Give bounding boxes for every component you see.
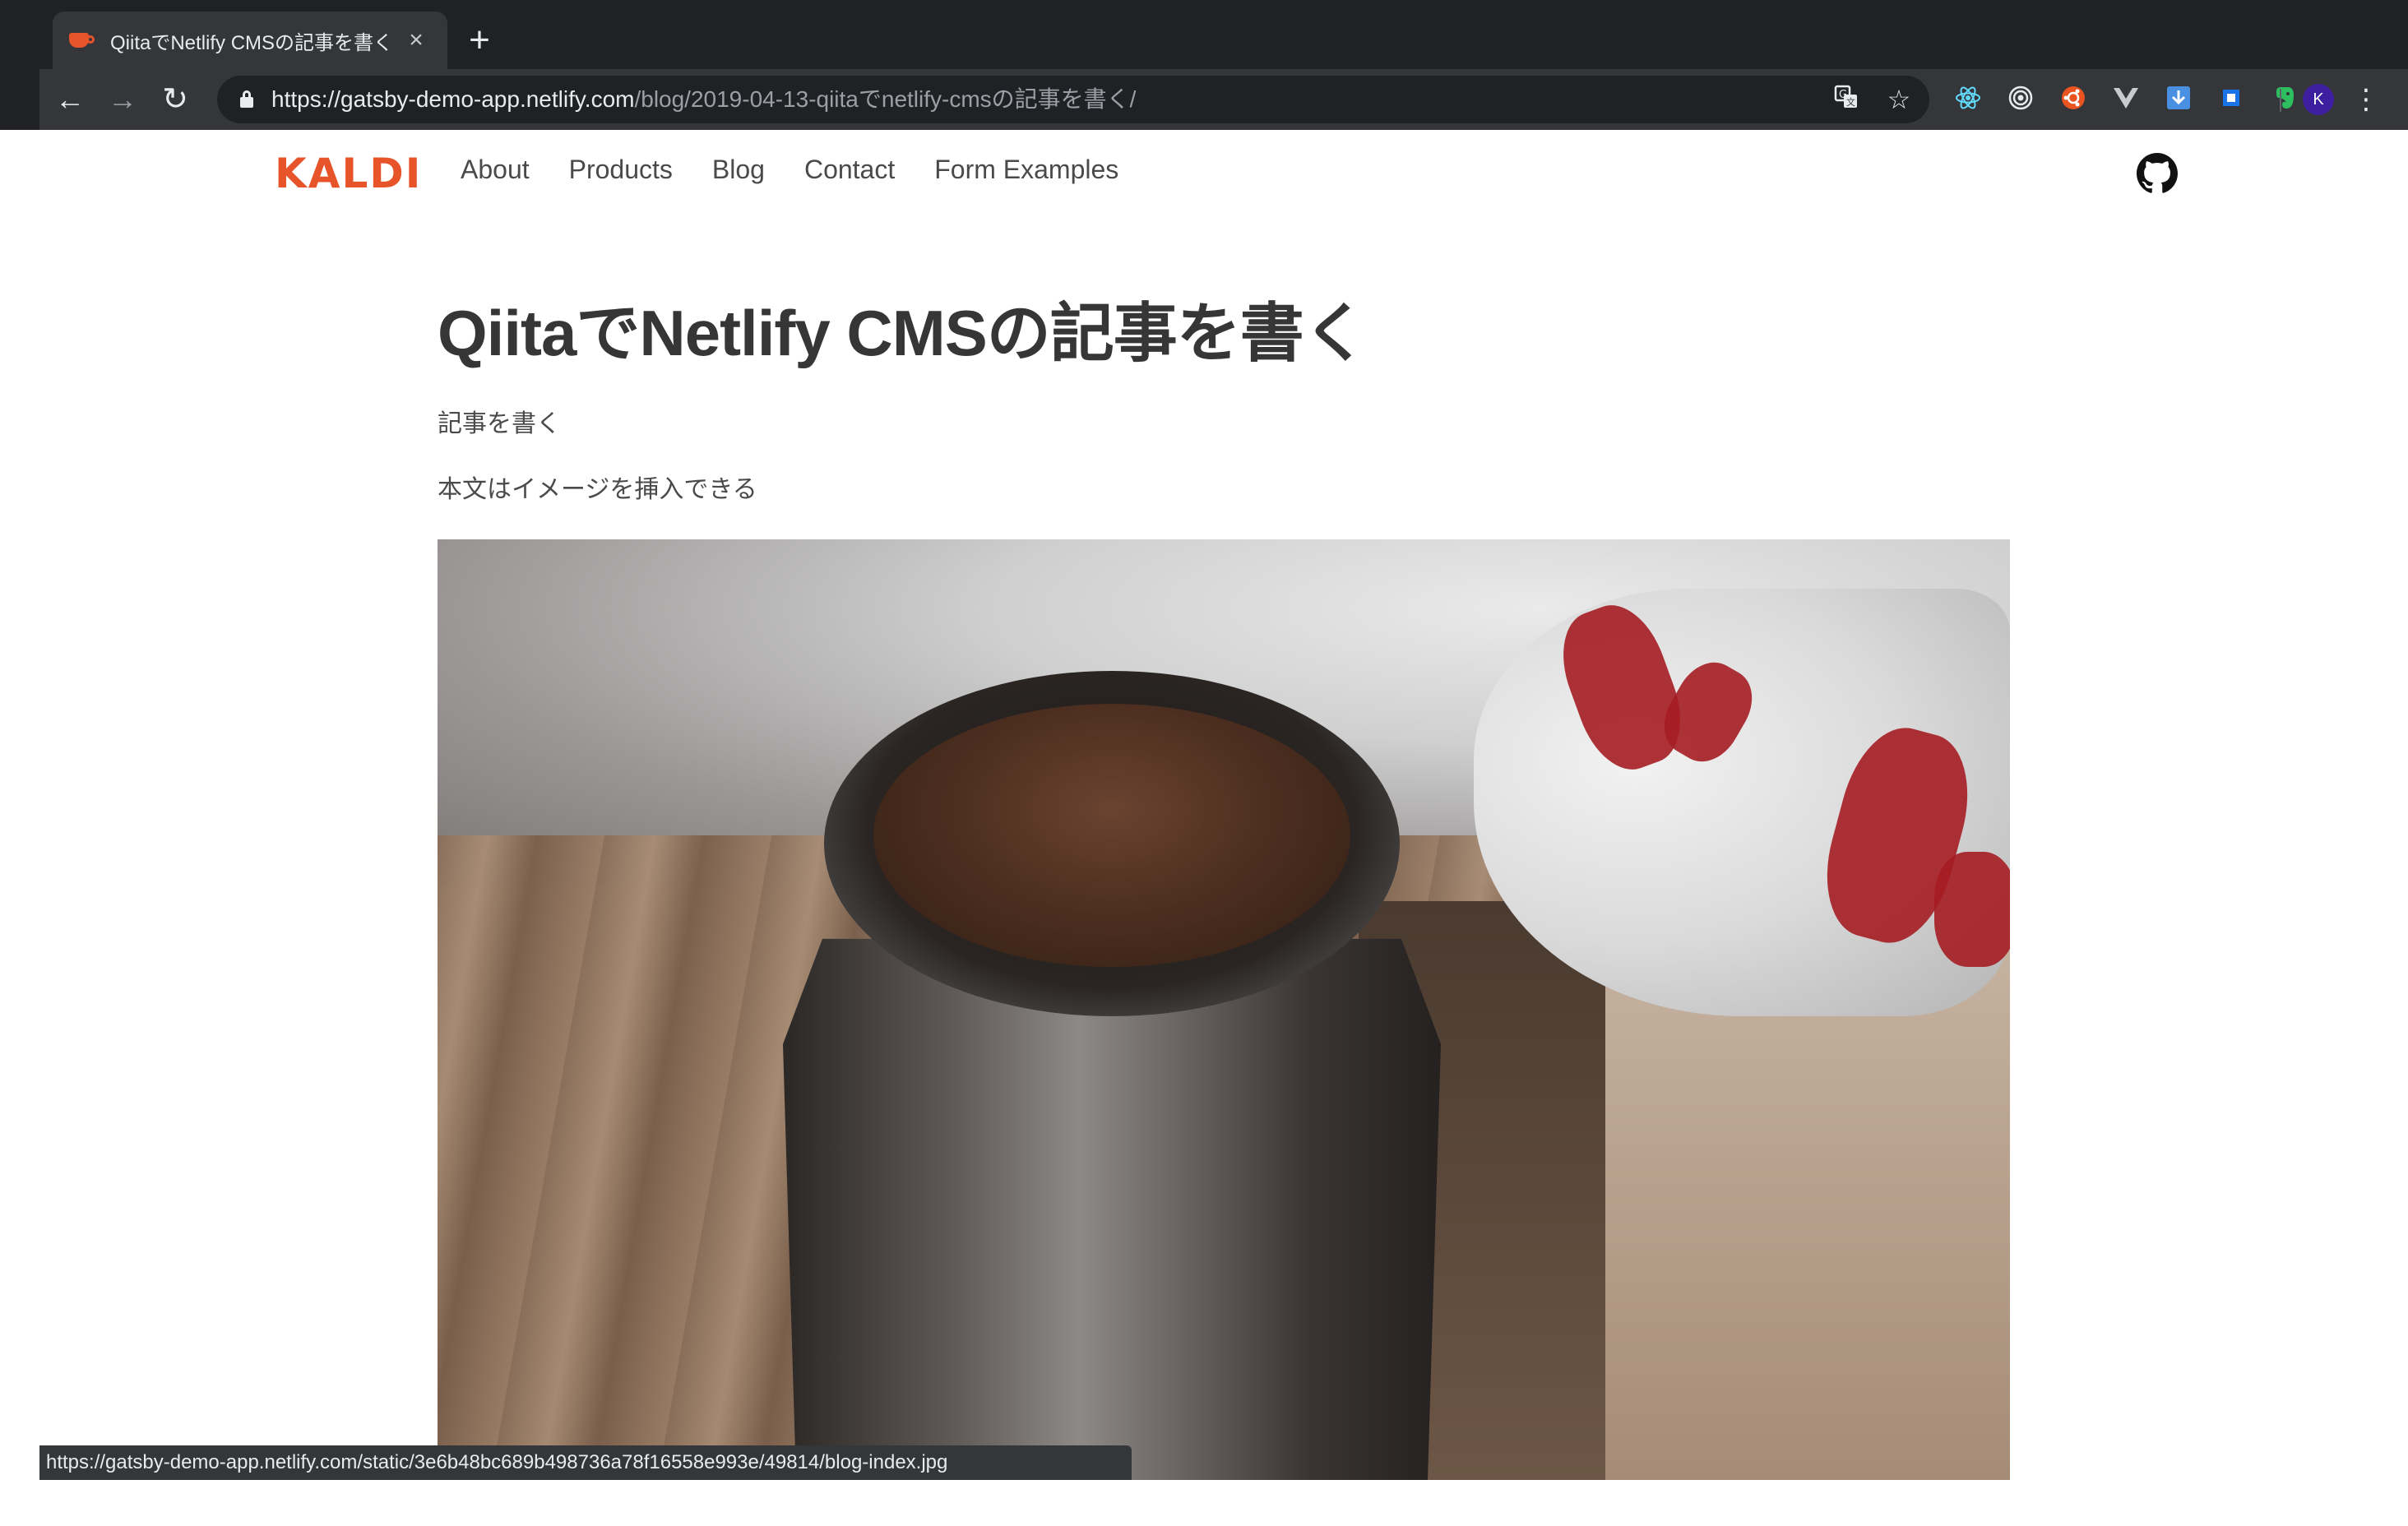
tab-strip: QiitaでNetlify CMSの記事を書く × + xyxy=(39,0,2408,69)
profile-avatar[interactable]: K xyxy=(2303,84,2334,115)
url-path: /blog/2019-04-13-qiitaでnetlify-cmsの記事を書く… xyxy=(634,86,1137,112)
post-title: QiitaでNetlify CMSの記事を書く xyxy=(438,297,1368,369)
browser-chrome: QiitaでNetlify CMSの記事を書く × + ← → ↻ https:… xyxy=(39,0,2408,130)
vue-devtools-icon[interactable] xyxy=(2110,84,2142,115)
target-icon[interactable] xyxy=(2005,84,2036,115)
github-icon[interactable] xyxy=(2137,153,2178,194)
tab-close-icon[interactable]: × xyxy=(401,25,431,55)
translate-icon[interactable]: G 文 xyxy=(1831,84,1862,115)
nav-link-about[interactable]: About xyxy=(461,155,530,185)
address-url[interactable]: https://gatsby-demo-app.netlify.com/blog… xyxy=(271,76,1136,123)
download-icon[interactable] xyxy=(2163,84,2194,115)
react-devtools-icon[interactable] xyxy=(1952,84,1984,115)
lock-icon[interactable] xyxy=(240,90,253,108)
evernote-icon[interactable] xyxy=(2268,84,2299,115)
browser-toolbar: ← → ↻ https://gatsby-demo-app.netlify.co… xyxy=(39,69,2408,130)
site-navbar: KALDI About Products Blog Contact Form E… xyxy=(0,130,2408,217)
status-bubble: https://gatsby-demo-app.netlify.com/stat… xyxy=(39,1445,1132,1480)
nav-link-contact[interactable]: Contact xyxy=(804,155,895,185)
new-tab-button[interactable]: + xyxy=(459,20,500,61)
forward-button[interactable]: → xyxy=(104,81,141,118)
toolbar-separator xyxy=(2280,89,2281,112)
coffee-moka-pot-photo[interactable] xyxy=(438,539,2010,1480)
reload-button[interactable]: ↻ xyxy=(156,81,194,118)
address-bar[interactable]: https://gatsby-demo-app.netlify.com/blog… xyxy=(217,76,1929,123)
browser-menu-icon[interactable]: ⋮ xyxy=(2352,84,2380,115)
tab-title: QiitaでNetlify CMSの記事を書く xyxy=(110,31,394,54)
browser-tab[interactable]: QiitaでNetlify CMSの記事を書く × xyxy=(53,12,447,69)
blog-post: QiitaでNetlify CMSの記事を書く 記事を書く 本文はイメージを挿入… xyxy=(438,288,2010,503)
post-body-text: 本文はイメージを挿入できる xyxy=(438,476,757,503)
window-edge xyxy=(0,0,39,130)
nav-link-products[interactable]: Products xyxy=(569,155,673,185)
nav-links: About Products Blog Contact Form Example… xyxy=(461,155,1118,185)
coffee-cup-icon xyxy=(69,31,95,49)
nav-link-form-examples[interactable]: Form Examples xyxy=(934,155,1118,185)
post-description: 記事を書く xyxy=(438,410,561,437)
back-button[interactable]: ← xyxy=(51,81,89,118)
bookmark-star-icon[interactable]: ☆ xyxy=(1883,84,1915,115)
url-host: https://gatsby-demo-app.netlify.com xyxy=(271,86,635,112)
square-ext-icon[interactable] xyxy=(2216,84,2247,115)
site-logo[interactable]: KALDI xyxy=(275,150,422,197)
svg-text:文: 文 xyxy=(1846,96,1855,108)
ubuntu-icon[interactable] xyxy=(2058,84,2089,115)
nav-link-blog[interactable]: Blog xyxy=(712,155,765,185)
